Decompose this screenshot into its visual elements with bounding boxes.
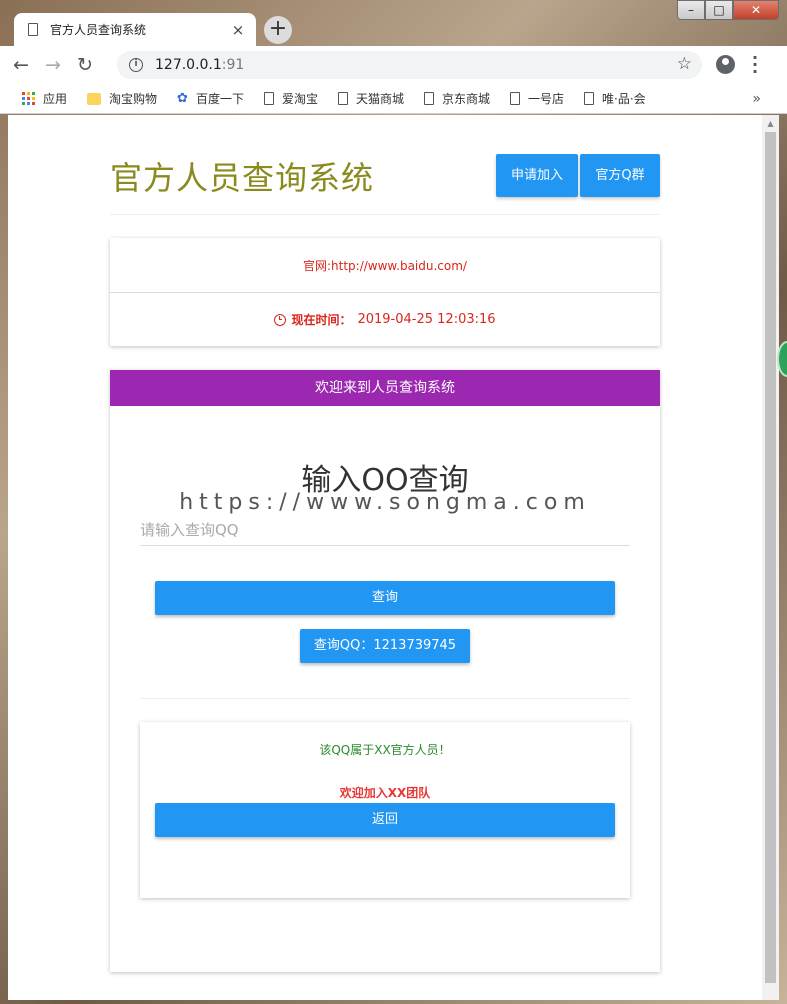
divider (140, 698, 630, 699)
url-host: 127.0.0.1 (155, 57, 222, 73)
scroll-up-icon[interactable]: ▲ (762, 115, 779, 132)
forward-arrow-icon[interactable]: → (42, 54, 64, 76)
info-card: 官网:http://www.baidu.com/ 现在时间： 2019-04-2… (110, 238, 660, 346)
minimize-button[interactable]: – (677, 0, 705, 20)
reload-icon[interactable]: ↻ (74, 54, 96, 76)
time-label: 现在时间： (291, 313, 352, 327)
address-bar[interactable]: i 127.0.0.1:91 ☆ (117, 51, 702, 79)
bookmark-apps[interactable]: 应用 (22, 90, 67, 107)
qq-search-input[interactable] (140, 514, 630, 546)
bookmark-star-icon[interactable]: ☆ (677, 54, 692, 74)
bookmark-label: 唯·品·会 (602, 92, 646, 106)
bookmark-aitaobao[interactable]: 爱淘宝 (263, 90, 318, 107)
page-icon (584, 92, 595, 105)
tab-title: 官方人员查询系统 (50, 23, 147, 37)
page-icon (510, 92, 520, 105)
bookmark-vip[interactable]: 唯·品·会 (584, 90, 646, 107)
window-controls: – □ ✕ (677, 0, 779, 20)
browser-toolbar: ← → ↻ i 127.0.0.1:91 ☆ · · · (0, 46, 787, 84)
result-card: 该QQ属于XX官方人员！ 欢迎加入XX团队 返回 (140, 722, 630, 898)
bookmark-label: 京东商城 (441, 92, 490, 106)
maximize-button[interactable]: □ (705, 0, 733, 20)
query-panel: 欢迎来到人员查询系统 输入OO查询 https://www.songma.com… (110, 370, 660, 972)
url-port: :91 (221, 57, 245, 73)
baidu-paw-icon: ✿ (177, 91, 188, 106)
page-container: 官方人员查询系统 申请加入 官方Q群 官网:http://www.baidu.c… (110, 115, 660, 972)
bookmark-label: 爱淘宝 (281, 92, 318, 106)
website-link[interactable]: 官网:http://www.baidu.com/ (303, 257, 467, 274)
bookmarks-overflow-icon[interactable]: » (752, 91, 761, 107)
clock-icon (274, 313, 287, 326)
page-icon (263, 92, 274, 105)
bookmark-label: 天猫商城 (355, 92, 404, 106)
panel-heading: 欢迎来到人员查询系统 (110, 370, 660, 406)
new-tab-button[interactable]: + (264, 16, 292, 44)
bookmark-label: 百度一下 (195, 92, 244, 106)
bookmark-label: 应用 (43, 92, 68, 106)
bookmark-label: 一号店 (528, 92, 565, 106)
close-window-button[interactable]: ✕ (733, 0, 779, 20)
result-welcome: 欢迎加入XX团队 (339, 786, 431, 800)
page-icon (28, 23, 38, 36)
tab-strip: 官方人员查询系统 × + – □ ✕ (0, 0, 787, 46)
time-row: 现在时间： 2019-04-25 12:03:16 (110, 292, 660, 346)
page-header: 官方人员查询系统 申请加入 官方Q群 (110, 115, 660, 215)
bookmark-jd[interactable]: 京东商城 (423, 90, 490, 107)
search-button[interactable]: 查询 (155, 581, 615, 615)
account-icon[interactable] (716, 55, 735, 74)
page-viewport: 官方人员查询系统 申请加入 官方Q群 官网:http://www.baidu.c… (8, 115, 779, 1000)
page-icon (337, 92, 348, 105)
back-button[interactable]: 返回 (155, 803, 615, 837)
bookmark-taobao[interactable]: 淘宝购物 (87, 90, 157, 107)
apply-join-button[interactable]: 申请加入 (496, 154, 578, 197)
time-value: 2019-04-25 12:03:16 (357, 312, 496, 327)
tab-close-icon[interactable]: × (230, 21, 246, 39)
browser-menu-icon[interactable]: · · · (752, 50, 758, 80)
bookmark-tmall[interactable]: 天猫商城 (337, 90, 404, 107)
site-title: 官方人员查询系统 (110, 159, 375, 197)
folder-icon (87, 92, 102, 105)
info-icon[interactable]: i (129, 58, 143, 72)
website-row: 官网:http://www.baidu.com/ (110, 238, 660, 292)
query-qq-number-button[interactable]: 查询QQ：1213739745 (300, 629, 470, 663)
bookmarks-bar: 应用 淘宝购物 ✿ 百度一下 爱淘宝 天猫商城 京东商城 一号店 唯·品·会 » (0, 84, 787, 114)
page-icon (423, 92, 434, 105)
bookmark-label: 淘宝购物 (109, 92, 158, 106)
bookmark-yhd[interactable]: 一号店 (510, 90, 564, 107)
browser-tab[interactable]: 官方人员查询系统 × (14, 13, 256, 46)
bookmark-baidu[interactable]: ✿ 百度一下 (177, 90, 244, 107)
vertical-scrollbar[interactable]: ▲ (762, 115, 779, 1000)
apps-grid-icon (22, 92, 35, 105)
back-arrow-icon[interactable]: ← (10, 54, 32, 76)
result-message: 该QQ属于XX官方人员！ (319, 743, 451, 757)
watermark-text: https://www.songma.com (179, 490, 591, 515)
official-qq-group-button[interactable]: 官方Q群 (580, 154, 660, 197)
scrollbar-thumb[interactable] (765, 132, 776, 983)
